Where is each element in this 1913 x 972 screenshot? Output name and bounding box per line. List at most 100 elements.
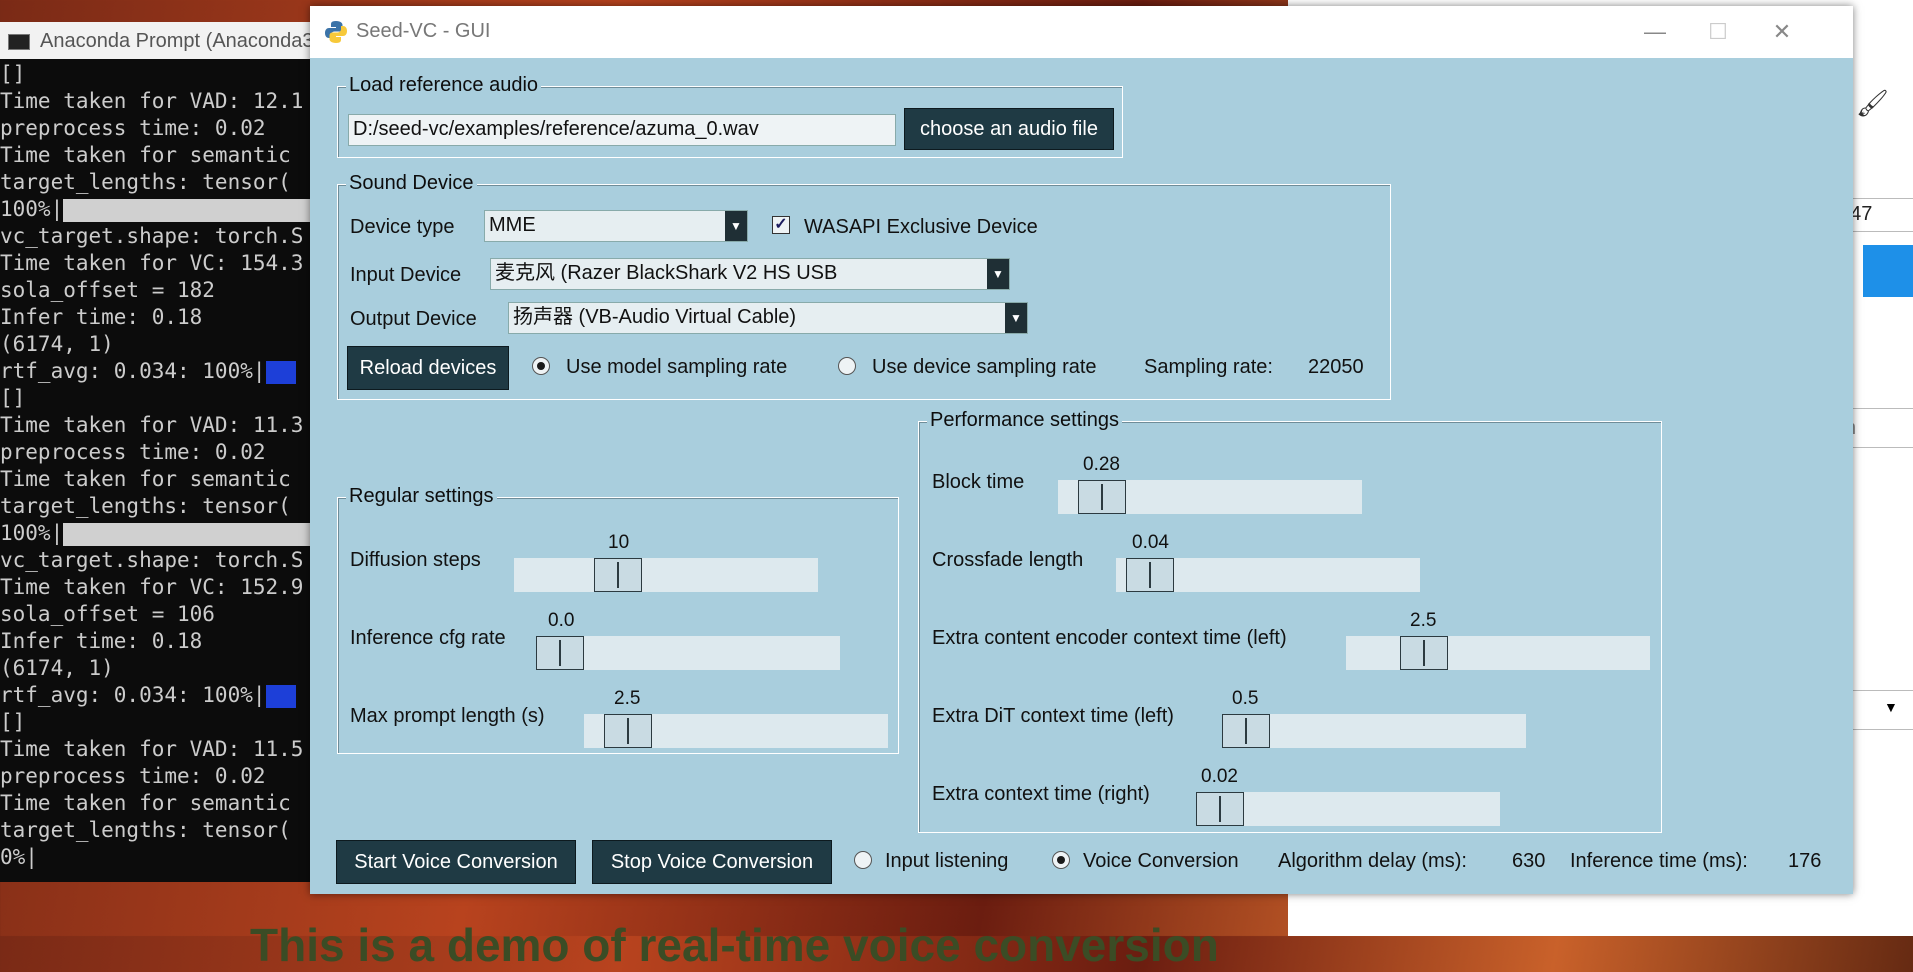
chevron-down-icon: ▼ xyxy=(987,259,1009,289)
terminal-line: Time taken for VC: 152.9 xyxy=(0,574,315,601)
reference-path-input[interactable]: D:/seed-vc/examples/reference/azuma_0.wa… xyxy=(348,114,896,146)
sound-device-group-label: Sound Device xyxy=(346,172,477,195)
output-device-select[interactable]: 扬声器 (VB-Audio Virtual Cable) ▼ xyxy=(508,302,1028,334)
terminal-line: Time taken for semantic xyxy=(0,790,315,817)
wasapi-label: WASAPI Exclusive Device xyxy=(804,216,1038,238)
terminal-line: [] xyxy=(0,385,315,412)
max-prompt-length-slider[interactable] xyxy=(584,714,888,748)
chevron-down-icon: ▼ xyxy=(1884,699,1898,715)
right-app-dropdown[interactable]: ▼ xyxy=(1848,690,1913,730)
terminal-line-text: Time taken for VAD: 12.1 xyxy=(0,89,304,113)
terminal-line-text: Time taken for VC: 152.9 xyxy=(0,575,304,599)
chevron-down-icon: ▼ xyxy=(1005,303,1027,333)
right-app-blue-button[interactable] xyxy=(1863,245,1913,297)
terminal-line: (6174, 1) xyxy=(0,331,315,358)
terminal-line-text: 100%| xyxy=(0,521,64,545)
extra-ce-context-slider[interactable] xyxy=(1346,636,1650,670)
slider-handle[interactable] xyxy=(1222,714,1270,748)
maximize-button[interactable]: ☐ xyxy=(1698,16,1738,48)
progress-bar xyxy=(63,522,314,546)
terminal-line: vc_target.shape: torch.S xyxy=(0,223,315,250)
slider-handle[interactable] xyxy=(1400,636,1448,670)
block-time-value: 0.28 xyxy=(1083,454,1120,475)
slider-handle[interactable] xyxy=(536,636,584,670)
progress-bar xyxy=(63,198,314,222)
max-prompt-length-label: Max prompt length (s) xyxy=(350,705,545,727)
sampling-rate-label: Sampling rate: xyxy=(1144,356,1273,378)
crossfade-length-slider[interactable] xyxy=(1116,558,1420,592)
inference-cfg-slider[interactable] xyxy=(536,636,840,670)
block-time-slider[interactable] xyxy=(1058,480,1362,514)
voice-conversion-radio[interactable] xyxy=(1052,851,1070,869)
brush-icon[interactable]: 🖌 xyxy=(1856,88,1889,119)
terminal-line: (6174, 1) xyxy=(0,655,315,682)
wasapi-checkbox[interactable]: ✓ xyxy=(772,216,790,234)
model-sampling-rate-radio[interactable] xyxy=(532,357,550,375)
progress-bar xyxy=(265,684,296,708)
close-button[interactable]: ✕ xyxy=(1762,16,1802,48)
diffusion-steps-value: 10 xyxy=(608,532,630,553)
window-titlebar[interactable]: Seed-VC - GUI — ☐ ✕ xyxy=(310,6,1853,58)
slider-handle[interactable] xyxy=(594,558,642,592)
terminal-line: Time taken for semantic xyxy=(0,466,315,493)
inference-cfg-label: Inference cfg rate xyxy=(350,627,506,649)
extra-ce-context-label: Extra content encoder context time (left… xyxy=(932,627,1287,649)
terminal-line: 100%| xyxy=(0,196,315,223)
device-type-select[interactable]: MME ▼ xyxy=(484,210,748,242)
terminal-line: Time taken for VAD: 11.3 xyxy=(0,412,315,439)
terminal-line-text: rtf_avg: 0.034: 100%| xyxy=(0,359,266,383)
terminal-line: preprocess time: 0.02 xyxy=(0,439,315,466)
output-device-value: 扬声器 (VB-Audio Virtual Cable) xyxy=(513,306,797,328)
terminal-line-text: Time taken for semantic xyxy=(0,143,291,167)
reload-devices-button[interactable]: Reload devices xyxy=(347,346,509,390)
seed-vc-window: Seed-VC - GUI — ☐ ✕ Load reference audio… xyxy=(310,6,1853,894)
slider-handle[interactable] xyxy=(1196,792,1244,826)
stop-voice-conversion-button[interactable]: Stop Voice Conversion xyxy=(592,840,832,884)
inference-time-label: Inference time (ms): xyxy=(1570,850,1748,872)
terminal-line: Time taken for semantic xyxy=(0,142,315,169)
extra-dit-context-value: 0.5 xyxy=(1232,688,1259,709)
input-device-select[interactable]: 麦克风 (Razer BlackShark V2 HS USB ▼ xyxy=(490,258,1010,290)
terminal-output: [] Time taken for VAD: 12.1 preprocess tim… xyxy=(0,61,315,871)
terminal-line-text: rtf_avg: 0.034: 100%| xyxy=(0,683,266,707)
terminal-line-text: (6174, 1) xyxy=(0,332,114,356)
device-sampling-rate-radio[interactable] xyxy=(838,357,856,375)
input-device-label: Input Device xyxy=(350,264,462,286)
input-device-value: 麦克风 (Razer BlackShark V2 HS USB xyxy=(495,262,838,284)
slider-handle[interactable] xyxy=(604,714,652,748)
regular-settings-group-label: Regular settings xyxy=(346,485,497,508)
diffusion-steps-slider[interactable] xyxy=(514,558,818,592)
slider-handle[interactable] xyxy=(1126,558,1174,592)
terminal-line: Time taken for VAD: 11.5 xyxy=(0,736,315,763)
terminal-line-text: Infer time: 0.18 xyxy=(0,629,203,653)
terminal-line-text: Infer time: 0.18 xyxy=(0,305,203,329)
minimize-button[interactable]: — xyxy=(1635,16,1675,48)
extra-right-context-slider[interactable] xyxy=(1196,792,1500,826)
terminal-line-text: Time taken for VAD: 11.5 xyxy=(0,737,304,761)
model-sampling-rate-label: Use model sampling rate xyxy=(566,356,788,378)
start-voice-conversion-button[interactable]: Start Voice Conversion xyxy=(336,840,576,884)
choose-audio-file-button[interactable]: choose an audio file xyxy=(904,108,1114,150)
terminal-line-text: [] xyxy=(0,710,26,734)
slider-handle[interactable] xyxy=(1078,480,1126,514)
input-listening-radio[interactable] xyxy=(854,851,872,869)
terminal-line-text: sola_offset = 182 xyxy=(0,278,215,302)
right-app-field[interactable]: 747 xyxy=(1839,198,1913,232)
terminal-line-text: Time taken for semantic xyxy=(0,791,291,815)
terminal-line-text: target_lengths: tensor( xyxy=(0,818,291,842)
terminal-line: sola_offset = 182 xyxy=(0,277,315,304)
terminal-line-text: preprocess time: 0.02 xyxy=(0,764,266,788)
terminal-line-text: preprocess time: 0.02 xyxy=(0,440,266,464)
max-prompt-length-value: 2.5 xyxy=(614,688,641,709)
extra-right-context-value: 0.02 xyxy=(1201,766,1238,787)
terminal-line: rtf_avg: 0.034: 100%| xyxy=(0,358,315,385)
right-app-field-2[interactable]: n xyxy=(1845,408,1913,448)
sampling-rate-value: 22050 xyxy=(1308,356,1364,378)
terminal-line-text: target_lengths: tensor( xyxy=(0,494,291,518)
terminal-icon xyxy=(8,34,30,50)
chevron-down-icon: ▼ xyxy=(725,211,747,241)
extra-right-context-label: Extra context time (right) xyxy=(932,783,1150,805)
terminal-titlebar[interactable]: Anaconda Prompt (Anaconda3) xyxy=(0,22,320,59)
algorithm-delay-value: 630 xyxy=(1512,850,1546,872)
extra-dit-context-slider[interactable] xyxy=(1222,714,1526,748)
